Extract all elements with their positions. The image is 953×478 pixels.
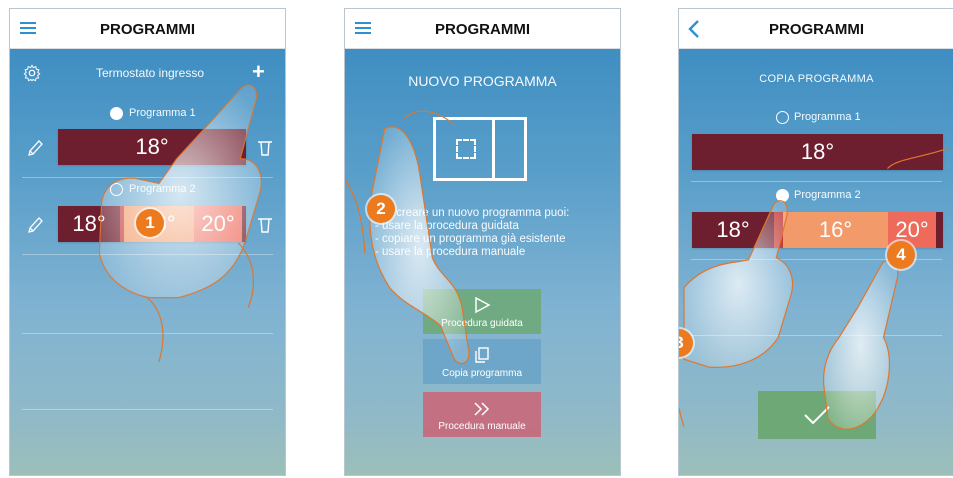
intro-line: - copiare un programma già esistente — [375, 233, 566, 245]
temp-value: 18° — [135, 134, 169, 159]
copy-icon — [475, 347, 489, 363]
page-title: PROGRAMMI — [100, 21, 195, 38]
temp-value: 18° — [800, 139, 835, 164]
top-bar: PROGRAMMI — [679, 9, 953, 49]
trash-icon[interactable] — [256, 215, 274, 235]
program-2-label: Programma 2 — [794, 189, 861, 201]
divider — [22, 409, 273, 410]
temp-segment: 18° — [58, 206, 120, 242]
thermostat-name: Termostato ingresso — [95, 66, 205, 80]
temp-segment: 18° — [692, 134, 943, 170]
top-bar: PROGRAMMI — [10, 9, 285, 49]
play-icon — [475, 296, 491, 314]
temp-segment — [774, 212, 783, 248]
divider — [22, 333, 273, 334]
program-1-bar[interactable]: 18° — [692, 134, 943, 170]
button-label: Copia programma — [441, 368, 523, 379]
step-badge: 2 — [367, 195, 395, 223]
new-program-screen: PROGRAMMI NUOVO PROGRAMMA Per creare un … — [344, 8, 621, 476]
temp-value: 20° — [895, 217, 929, 242]
radio-icon[interactable] — [110, 107, 123, 120]
temp-segment: 20° — [194, 206, 242, 242]
temp-segment: 18° — [58, 129, 246, 165]
divider — [691, 335, 942, 336]
divider — [22, 177, 273, 178]
intro-text: Per creare un nuovo programma puoi: - us… — [375, 207, 605, 259]
temp-segment: 16° — [783, 212, 888, 248]
copy-program-button[interactable]: Copia programma — [423, 339, 541, 384]
section-heading: COPIA PROGRAMMA — [759, 73, 874, 85]
programs-list-screen: PROGRAMMI Termostato ingresso + Programm… — [9, 8, 286, 476]
page-title: PROGRAMMI — [769, 21, 864, 38]
button-label: Procedura guidata — [441, 318, 523, 329]
intro-line: - usare la procedura guidata — [375, 220, 519, 232]
confirm-button[interactable] — [758, 391, 876, 439]
button-label: Procedura manuale — [438, 421, 526, 432]
temp-segment: 18° — [692, 212, 774, 248]
page-title: PROGRAMMI — [435, 21, 530, 38]
thermostat-device-icon — [433, 117, 527, 181]
plus-icon[interactable]: + — [252, 59, 265, 85]
pencil-icon[interactable] — [26, 138, 44, 158]
pencil-icon[interactable] — [26, 215, 44, 235]
copy-program-screen: PROGRAMMI COPIA PROGRAMMA Programma 1 18… — [678, 8, 953, 476]
temp-value: 18° — [716, 217, 750, 242]
temp-value: 16° — [818, 217, 853, 242]
double-chevron-right-icon — [474, 402, 490, 416]
step-badge: 4 — [887, 241, 915, 269]
manual-procedure-button[interactable]: Procedura manuale — [423, 392, 541, 437]
section-heading: NUOVO PROGRAMMA — [408, 73, 557, 89]
trash-icon[interactable] — [256, 138, 274, 158]
temp-segment — [936, 212, 943, 248]
check-icon — [804, 406, 830, 425]
top-bar: PROGRAMMI — [345, 9, 620, 49]
divider — [22, 254, 273, 255]
step-badge: 1 — [136, 209, 164, 237]
program-2-label: Programma 2 — [129, 183, 196, 195]
intro-line: Per creare un nuovo programma puoi: — [375, 207, 570, 219]
radio-icon[interactable] — [110, 183, 123, 196]
program-1-label: Programma 1 — [794, 111, 861, 123]
gear-icon[interactable] — [23, 64, 41, 82]
guided-procedure-button[interactable]: Procedura guidata — [423, 289, 541, 334]
intro-line: - usare la procedura manuale — [375, 246, 526, 258]
temp-value: 18° — [72, 211, 106, 236]
radio-icon[interactable] — [776, 111, 789, 124]
temp-segment — [242, 206, 246, 242]
program-1-label: Programma 1 — [129, 107, 196, 119]
divider — [691, 181, 942, 182]
program-1-bar[interactable]: 18° — [58, 129, 246, 165]
temp-value: 20° — [201, 211, 235, 236]
radio-icon[interactable] — [776, 189, 789, 202]
